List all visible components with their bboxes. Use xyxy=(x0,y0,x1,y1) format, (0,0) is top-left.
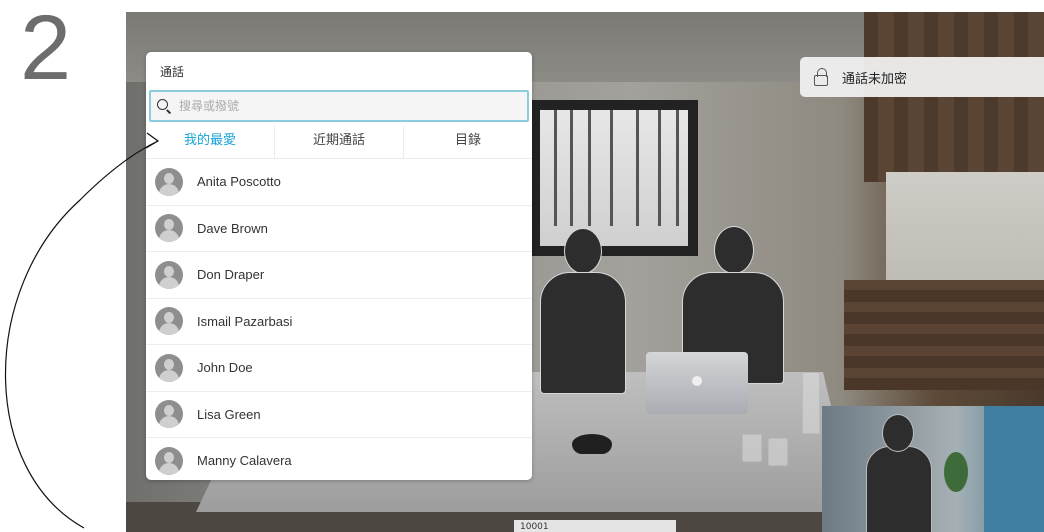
unlocked-lock-icon xyxy=(814,68,830,86)
avatar xyxy=(155,214,183,243)
contact-item[interactable]: Don Draper xyxy=(146,251,532,298)
avatar xyxy=(155,400,183,429)
contact-item[interactable]: Lisa Green xyxy=(146,390,532,438)
self-view[interactable] xyxy=(822,406,1044,532)
contact-name: Manny Calavera xyxy=(197,453,292,469)
encryption-indicator: 通話未加密 xyxy=(800,57,1044,97)
water-glass xyxy=(742,434,762,462)
contact-item[interactable]: Anita Poscotto xyxy=(146,158,532,205)
contact-item[interactable]: Dave Brown xyxy=(146,204,532,252)
search-input[interactable] xyxy=(177,98,501,114)
wall-picture xyxy=(530,100,698,256)
avatar xyxy=(155,167,183,196)
encryption-status-text: 通話未加密 xyxy=(842,71,908,87)
water-glass xyxy=(768,438,788,466)
contact-name: Dave Brown xyxy=(197,220,268,236)
avatar xyxy=(155,307,183,336)
tab-recents[interactable]: 近期通話 xyxy=(275,126,404,158)
speaker-puck xyxy=(572,434,612,454)
tab-directory[interactable]: 目錄 xyxy=(404,126,532,158)
tab-bar: 我的最愛 近期通話 目錄 xyxy=(146,126,532,158)
wood-cabinet xyxy=(844,280,1044,390)
laptop xyxy=(646,352,748,414)
contact-item[interactable]: John Doe xyxy=(146,344,532,391)
contact-list: Anita Poscotto Dave Brown Don Draper Ism… xyxy=(146,158,532,480)
contact-item[interactable]: Ismail Pazarbasi xyxy=(146,297,532,345)
bottom-label: 10001 xyxy=(514,520,676,532)
contact-name: Ismail Pazarbasi xyxy=(197,313,293,329)
wood-wall-panel xyxy=(864,12,1044,182)
contact-name: Anita Poscotto xyxy=(197,174,281,190)
contact-item[interactable]: Manny Calavera xyxy=(146,437,532,480)
avatar xyxy=(155,446,183,475)
contact-name: Don Draper xyxy=(197,267,265,283)
room-wall xyxy=(886,172,1044,292)
tab-favorites[interactable]: 我的最愛 xyxy=(146,126,275,158)
avatar xyxy=(155,260,183,289)
search-icon xyxy=(157,99,172,114)
contact-name: Lisa Green xyxy=(197,406,261,422)
water-glass xyxy=(802,372,820,434)
step-number: 2 xyxy=(20,0,72,99)
contact-name: John Doe xyxy=(197,360,253,376)
search-box[interactable] xyxy=(149,90,529,122)
avatar xyxy=(155,353,183,382)
call-panel: 通話 我的最愛 近期通話 目錄 Anita Poscotto Dave Brow… xyxy=(146,52,532,480)
panel-title: 通話 xyxy=(160,65,185,79)
